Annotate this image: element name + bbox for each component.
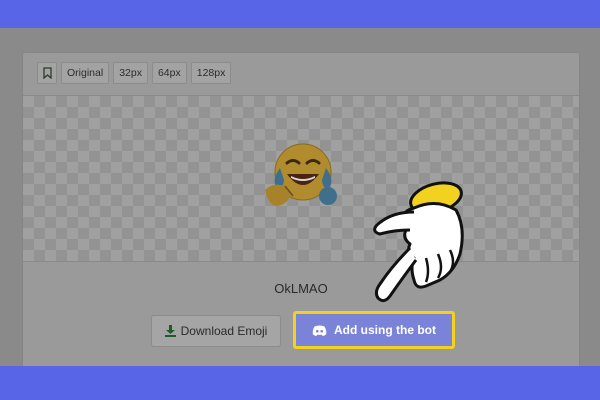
- discord-icon: [312, 325, 327, 336]
- top-frame-band: [0, 0, 600, 28]
- size-128px-button[interactable]: 128px: [190, 62, 232, 84]
- download-icon: [164, 325, 176, 337]
- add-using-bot-label: Add using the bot: [334, 323, 436, 337]
- bottom-frame-band: [0, 366, 600, 400]
- size-64px-button[interactable]: 64px: [151, 62, 187, 84]
- size-32px-button[interactable]: 32px: [113, 62, 148, 84]
- emoji-card: Original 32px 64px 128px OkLMAO Download…: [22, 52, 580, 366]
- bookmark-button[interactable]: [37, 62, 57, 84]
- add-using-bot-button[interactable]: Add using the bot: [293, 311, 455, 349]
- download-emoji-label: Download Emoji: [180, 324, 268, 338]
- size-toolbar: Original 32px 64px 128px: [37, 62, 232, 84]
- emoji-image: [265, 143, 337, 206]
- pointing-hand-icon: [373, 181, 464, 303]
- emoji-preview: [23, 95, 579, 262]
- bookmark-icon: [42, 67, 52, 79]
- size-original-button[interactable]: Original: [61, 62, 110, 84]
- dimmed-screen: Original 32px 64px 128px OkLMAO Download…: [0, 28, 600, 366]
- emoji-name: OkLMAO: [274, 281, 328, 296]
- download-emoji-button[interactable]: Download Emoji: [151, 315, 281, 347]
